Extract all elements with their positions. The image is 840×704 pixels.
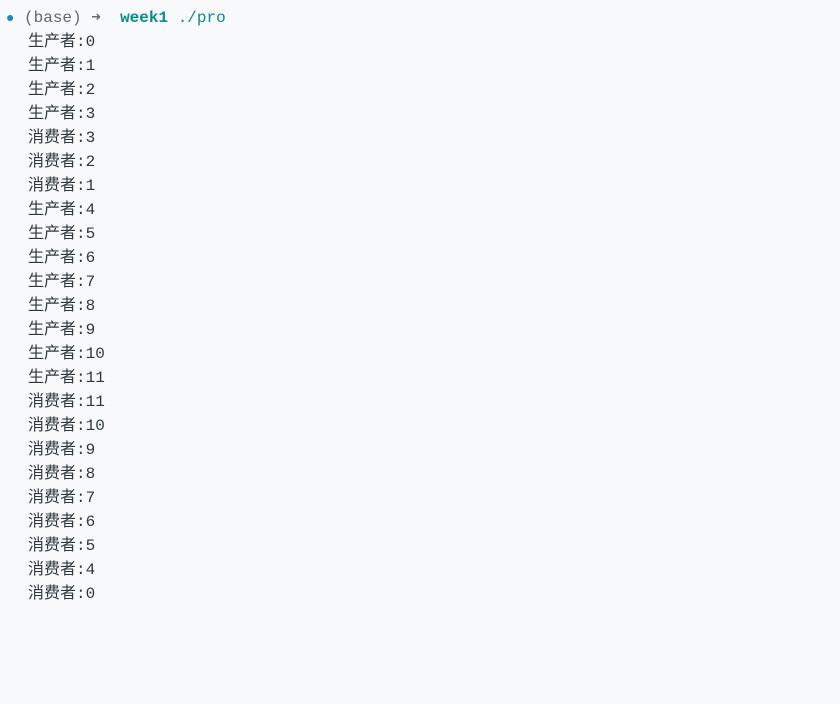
bullet-icon: ● bbox=[6, 11, 14, 27]
command-prefix: ./ bbox=[178, 9, 197, 27]
output-line: 生产者:2 bbox=[0, 78, 840, 102]
output-line: 消费者:7 bbox=[0, 486, 840, 510]
output-line: 生产者:1 bbox=[0, 54, 840, 78]
command-text: pro bbox=[197, 9, 226, 27]
output-line: 生产者:8 bbox=[0, 294, 840, 318]
prompt-line[interactable]: ● (base) ➜ week1 ./pro bbox=[0, 6, 840, 30]
terminal-output: 生产者:0生产者:1生产者:2生产者:3消费者:3消费者:2消费者:1生产者:4… bbox=[0, 30, 840, 606]
output-line: 生产者:3 bbox=[0, 102, 840, 126]
output-line: 消费者:1 bbox=[0, 174, 840, 198]
output-line: 生产者:0 bbox=[0, 30, 840, 54]
output-line: 消费者:6 bbox=[0, 510, 840, 534]
output-line: 消费者:9 bbox=[0, 438, 840, 462]
output-line: 生产者:4 bbox=[0, 198, 840, 222]
output-line: 生产者:10 bbox=[0, 342, 840, 366]
output-line: 生产者:5 bbox=[0, 222, 840, 246]
working-directory: week1 bbox=[120, 9, 168, 27]
env-label: (base) bbox=[24, 9, 82, 27]
output-line: 消费者:8 bbox=[0, 462, 840, 486]
output-line: 消费者:0 bbox=[0, 582, 840, 606]
output-line: 消费者:11 bbox=[0, 390, 840, 414]
output-line: 生产者:9 bbox=[0, 318, 840, 342]
output-line: 消费者:4 bbox=[0, 558, 840, 582]
arrow-icon: ➜ bbox=[91, 9, 101, 27]
output-line: 消费者:10 bbox=[0, 414, 840, 438]
output-line: 生产者:7 bbox=[0, 270, 840, 294]
output-line: 消费者:5 bbox=[0, 534, 840, 558]
output-line: 生产者:11 bbox=[0, 366, 840, 390]
output-line: 生产者:6 bbox=[0, 246, 840, 270]
output-line: 消费者:2 bbox=[0, 150, 840, 174]
output-line: 消费者:3 bbox=[0, 126, 840, 150]
